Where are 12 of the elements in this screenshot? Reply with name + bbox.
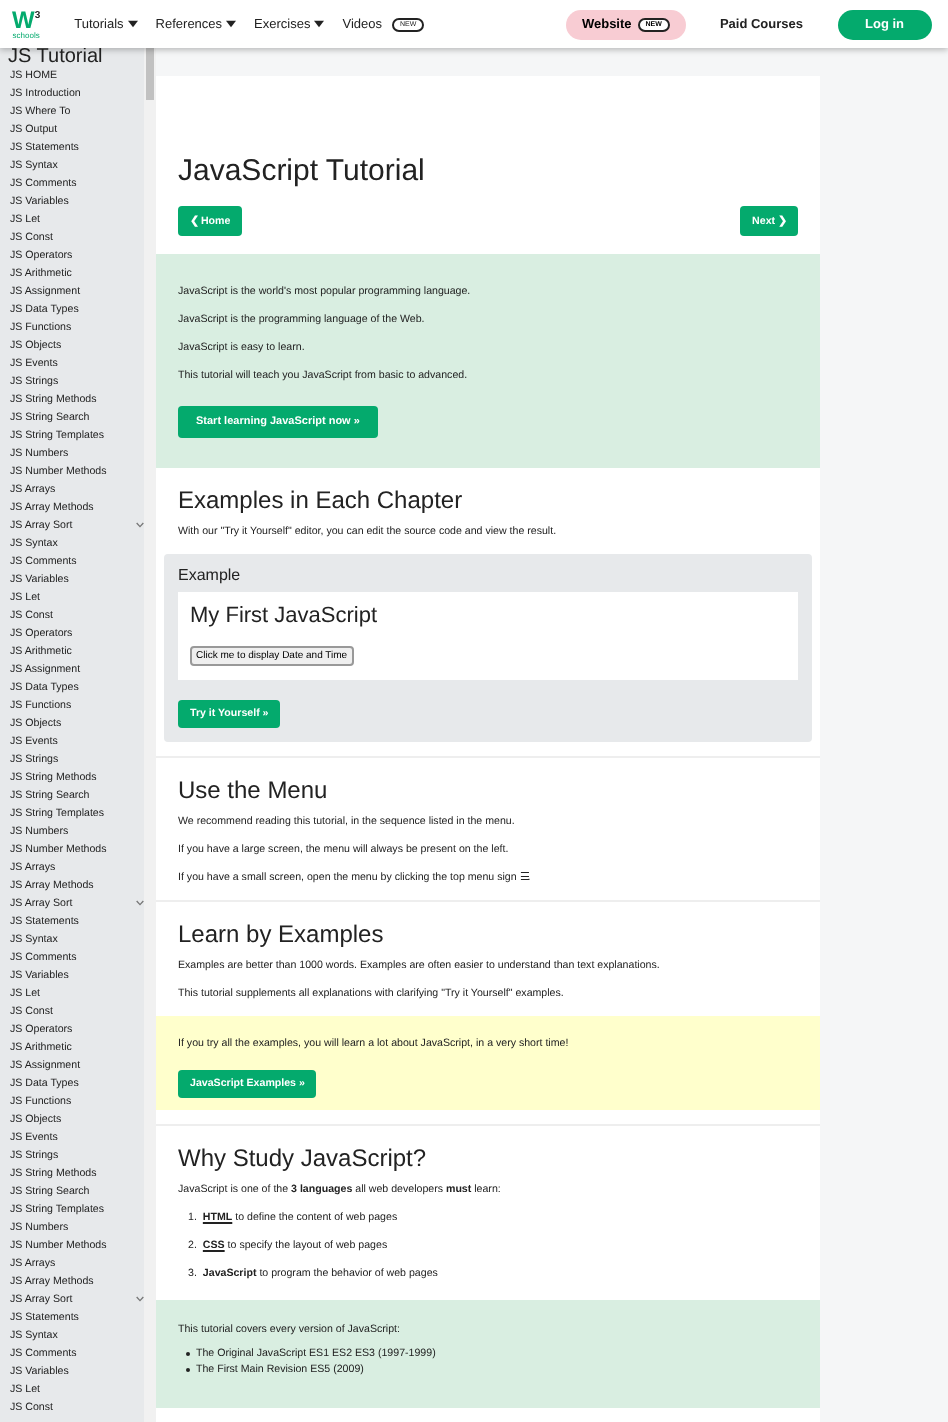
section-heading: Use the Menu [178, 774, 330, 806]
demo-title: My First JavaScript [190, 604, 380, 628]
section-heading: Why Study JavaScript? [178, 1142, 429, 1174]
scrollbar-thumb[interactable] [146, 48, 154, 100]
page-title: JavaScript Tutorial [178, 152, 427, 192]
section-heading: Examples in Each Chapter [178, 484, 465, 516]
section-heading: Learn by Examples [178, 918, 386, 950]
chevron-down-icon[interactable] [136, 900, 144, 906]
chevron-down-icon[interactable] [136, 522, 144, 528]
chevron-down-icon[interactable] [136, 1296, 144, 1302]
sidebar-heading: JS Tutorial [6, 48, 105, 66]
example-label: Example [178, 566, 243, 584]
